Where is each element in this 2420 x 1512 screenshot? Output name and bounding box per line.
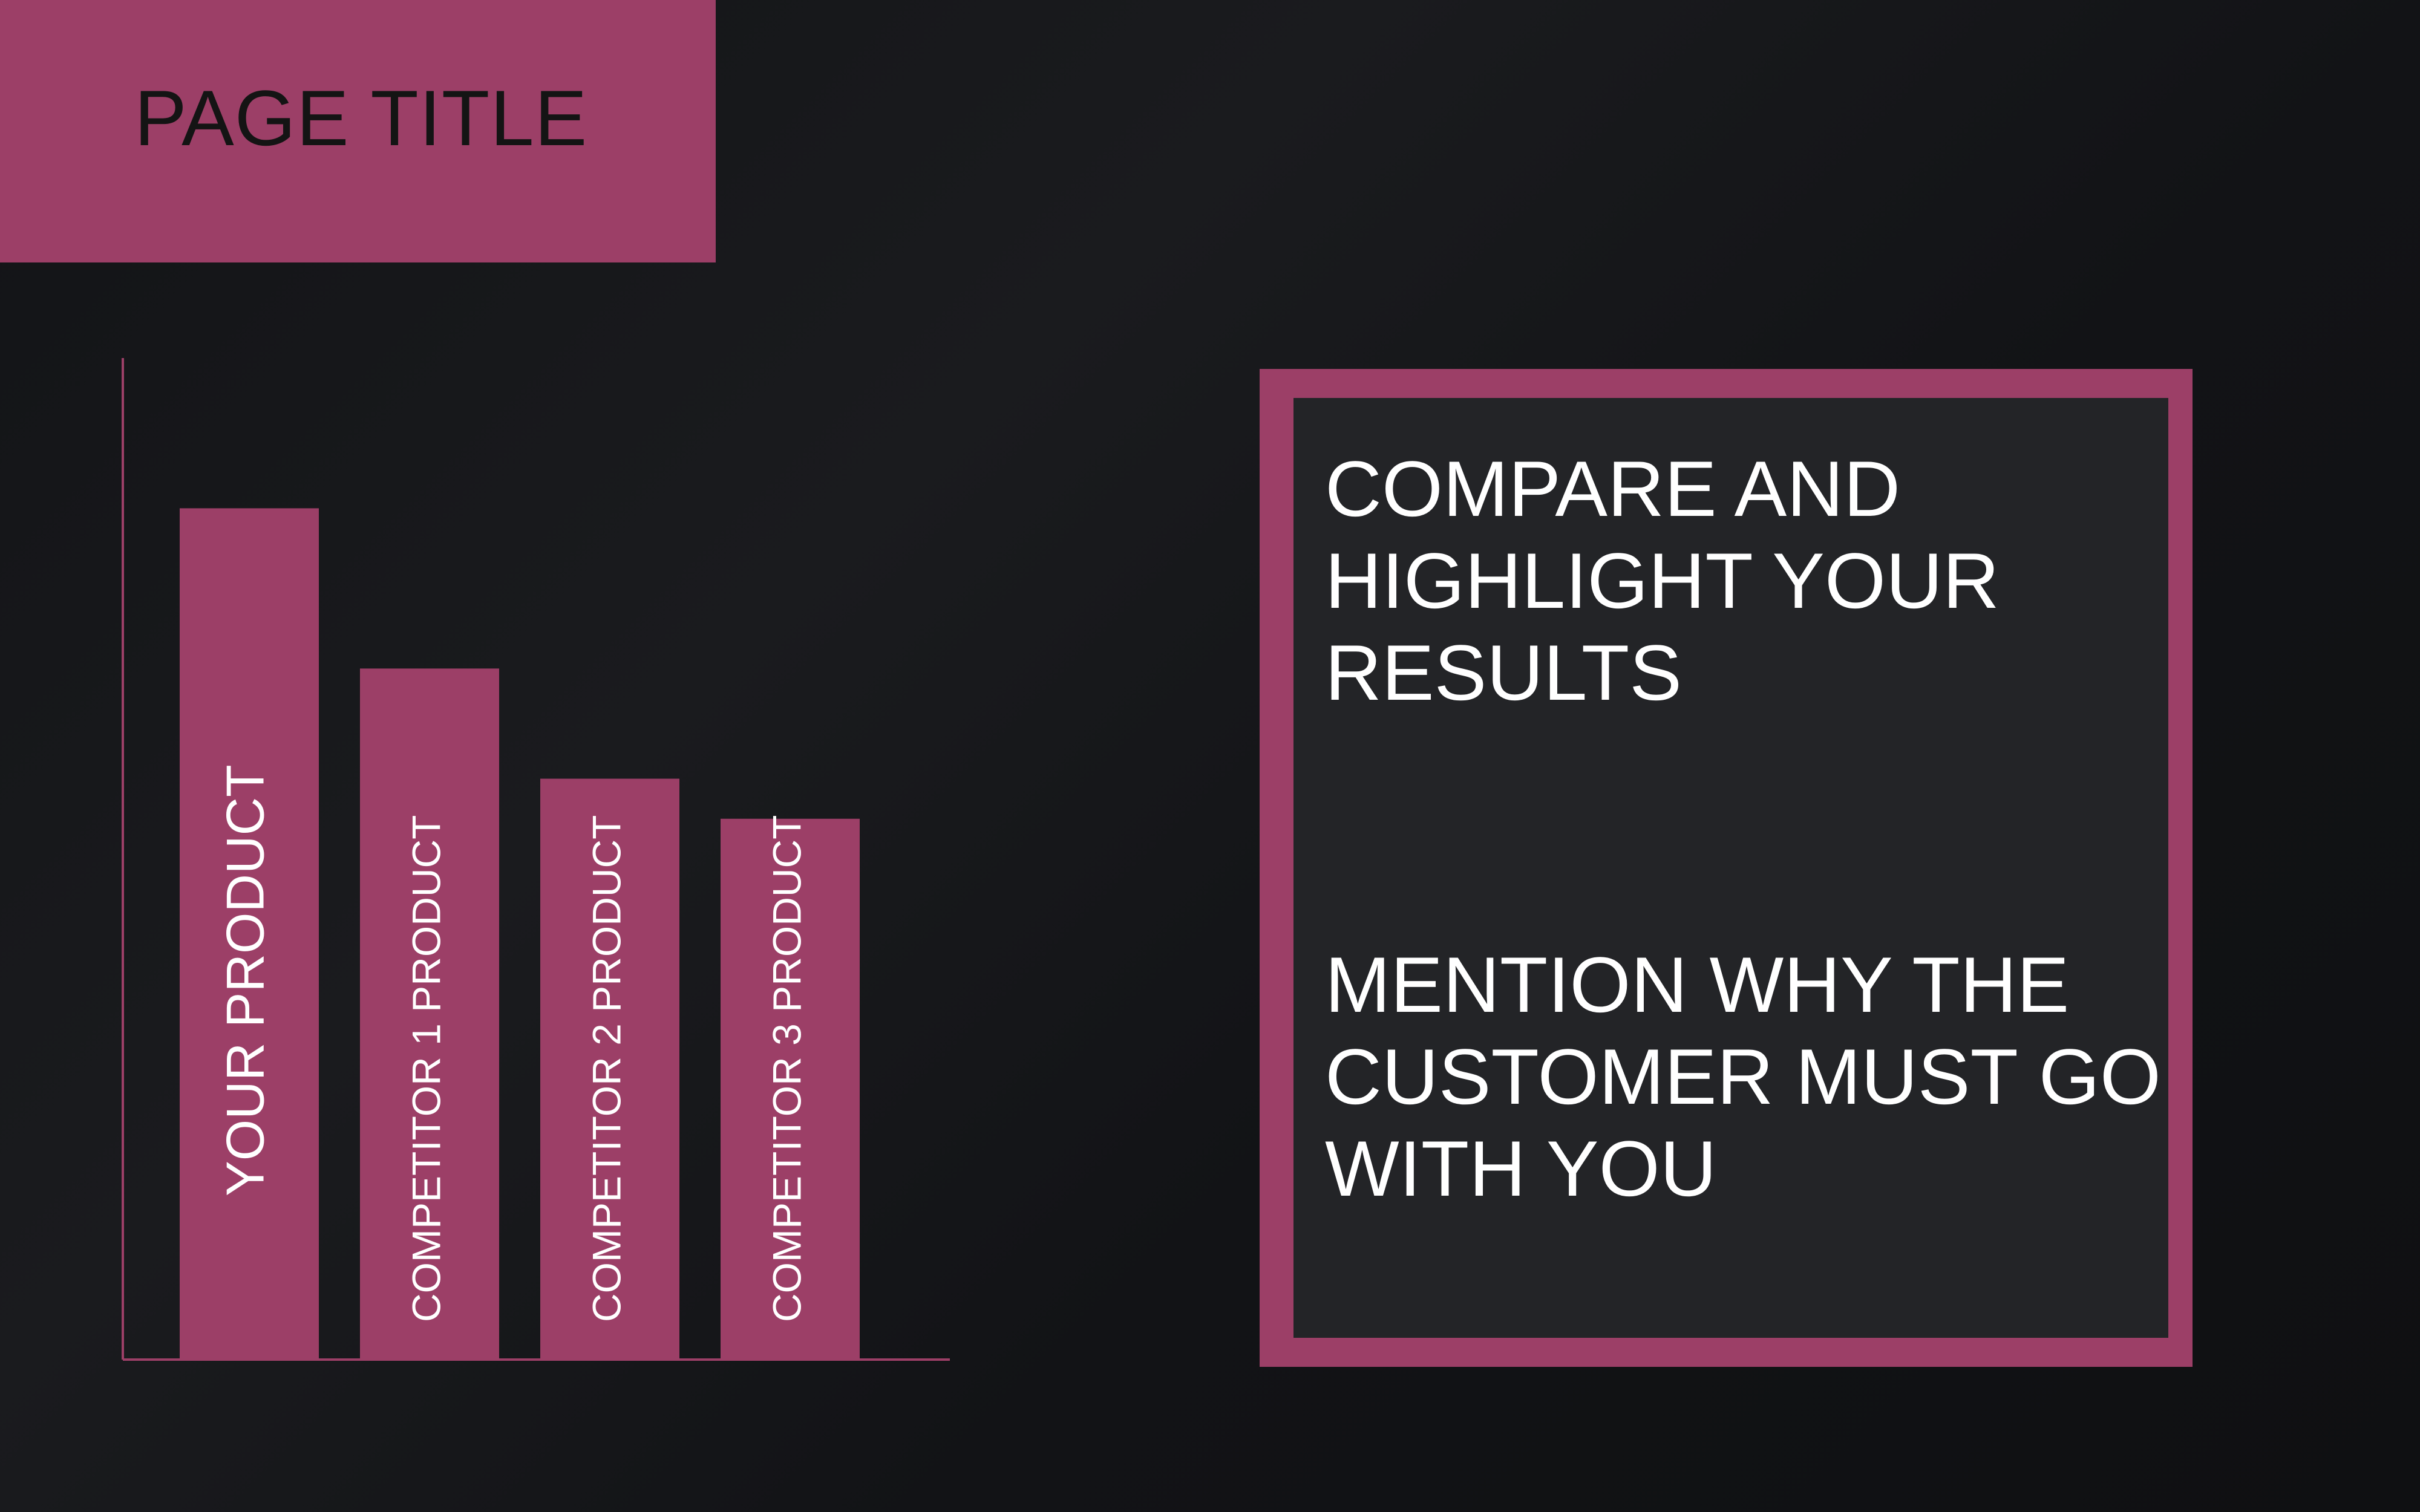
panel-headline: COMPARE AND HIGHLIGHT YOUR RESULTS bbox=[1325, 445, 2000, 717]
panel-body: MENTION WHY THE CUSTOMER MUST GO WITH YO… bbox=[1325, 940, 2161, 1213]
bar-label-1: YOUR PRODUCT bbox=[215, 764, 275, 1196]
bar-label-2: COMPETITOR 1 PRODUCT bbox=[404, 815, 448, 1322]
bars-layer bbox=[180, 508, 860, 1360]
bar-label-4: COMPETITOR 3 PRODUCT bbox=[764, 815, 809, 1322]
bar-label-3: COMPETITOR 2 PRODUCT bbox=[584, 815, 629, 1322]
